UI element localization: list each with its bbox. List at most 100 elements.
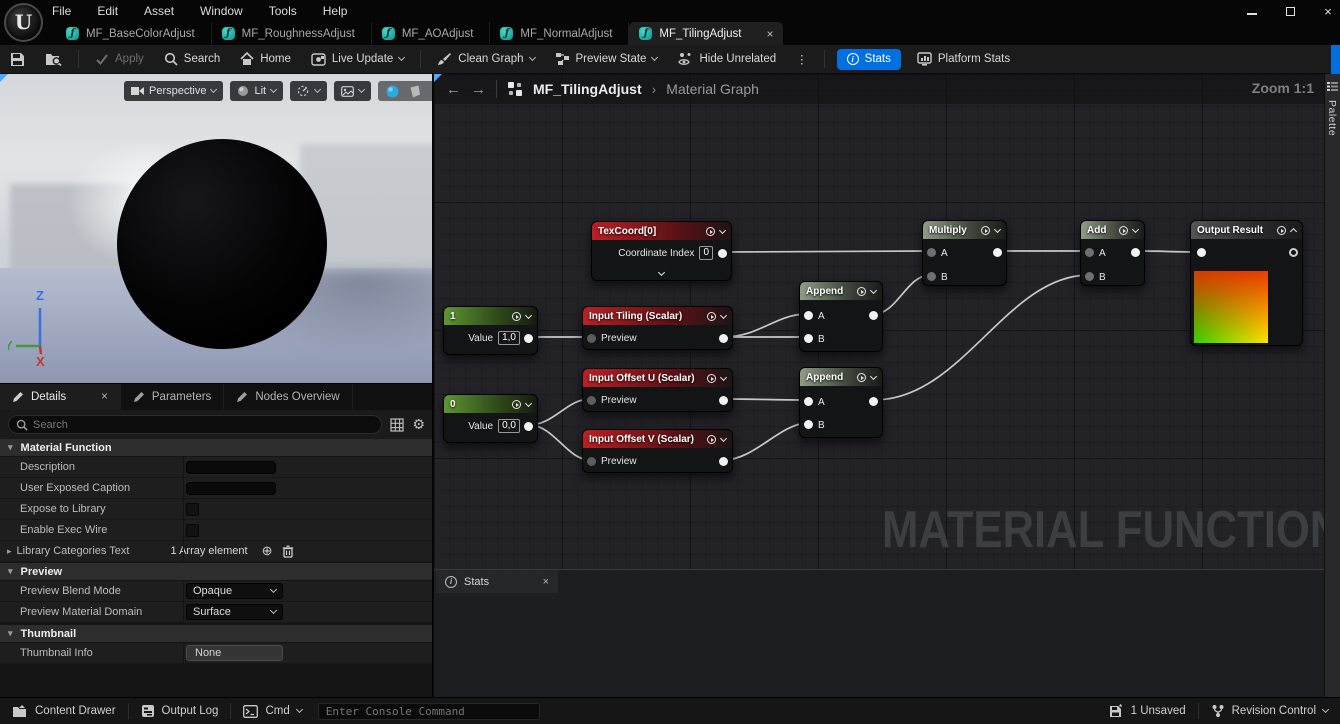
input-pin-a[interactable]	[804, 311, 813, 320]
node-multiply[interactable]: Multiply A B	[922, 220, 1007, 286]
preview-input-pin[interactable]	[587, 334, 596, 343]
preview-material-domain-dropdown[interactable]: Surface	[186, 604, 283, 620]
apply-button[interactable]: Apply	[85, 45, 154, 74]
material-graph-canvas[interactable]: ← → MF_TilingAdjust › Material Graph Zoo…	[434, 74, 1340, 697]
output-log-button[interactable]: Output Log	[129, 698, 231, 724]
menu-tools[interactable]: Tools	[269, 4, 297, 18]
output-pin[interactable]	[1131, 248, 1140, 257]
live-update-dropdown[interactable]: Live Update	[301, 45, 414, 74]
expand-arrow-icon[interactable]: ▸	[7, 546, 12, 557]
tab-mf-tilingadjust[interactable]: ƒMF_TilingAdjust×	[629, 22, 783, 45]
tab-close-icon[interactable]: ×	[101, 391, 108, 403]
save-button[interactable]	[0, 45, 35, 74]
details-settings-gear-icon[interactable]: ⚙	[412, 416, 425, 433]
chevron-down-icon[interactable]	[994, 225, 1001, 232]
chevron-down-icon[interactable]	[870, 372, 877, 379]
revision-control-dropdown[interactable]: Revision Control	[1199, 698, 1340, 724]
cone-shape-button[interactable]	[430, 85, 433, 98]
input-pin-a[interactable]	[804, 397, 813, 406]
input-pin-a[interactable]	[927, 248, 936, 257]
preview-toggle-icon[interactable]	[707, 312, 716, 321]
preview-state-dropdown[interactable]: Preview State	[545, 45, 668, 74]
input-pin-b[interactable]	[804, 420, 813, 429]
add-array-element-icon[interactable]: ⊕	[262, 543, 273, 559]
collapse-arrow-icon[interactable]: ▾	[8, 566, 13, 577]
node-input-offset-u[interactable]: Input Offset U (Scalar) Preview	[582, 368, 733, 412]
node-input-tiling[interactable]: Input Tiling (Scalar) Preview	[582, 306, 733, 350]
chevron-up-icon[interactable]	[1290, 227, 1297, 234]
stats-toggle-button[interactable]: i Stats	[837, 49, 901, 70]
view-mode-dropdown[interactable]: Lit	[230, 81, 283, 101]
output-pin[interactable]	[869, 397, 878, 406]
input-pin-b[interactable]	[804, 334, 813, 343]
preview-toggle-icon[interactable]	[1277, 226, 1286, 235]
search-button[interactable]: Search	[154, 45, 230, 74]
input-pin-a[interactable]	[1085, 248, 1094, 257]
value-input[interactable]: 0,0	[498, 419, 520, 433]
section-material-function[interactable]: ▾ Material Function	[0, 439, 433, 457]
chevron-down-icon[interactable]	[870, 286, 877, 293]
preview-toggle-icon[interactable]	[512, 400, 521, 409]
home-button[interactable]: Home	[230, 45, 301, 74]
output-pin[interactable]	[719, 396, 728, 405]
maximize-button[interactable]	[1284, 5, 1296, 17]
tab-mf-basecoloradjust[interactable]: ƒMF_BaseColorAdjust	[56, 22, 212, 45]
node-texcoord[interactable]: TexCoord[0] Coordinate Index 0	[591, 221, 732, 281]
preview-toggle-icon[interactable]	[857, 373, 866, 382]
output-pin[interactable]	[524, 422, 533, 431]
output-pin[interactable]	[869, 311, 878, 320]
stats-panel-tab[interactable]: i Stats ×	[436, 570, 558, 593]
unsaved-changes-button[interactable]: * 1 Unsaved	[1097, 698, 1198, 724]
tab-nodes-overview[interactable]: Nodes Overview	[224, 384, 352, 410]
cylinder-shape-button[interactable]	[408, 85, 421, 98]
output-pin[interactable]	[719, 334, 728, 343]
node-constant-one[interactable]: 1 Value 1,0	[443, 306, 538, 355]
browse-to-asset-button[interactable]	[35, 45, 72, 74]
section-preview[interactable]: ▾ Preview	[0, 563, 433, 581]
node-expander-icon[interactable]	[657, 269, 664, 276]
view-options-dropdown[interactable]	[334, 81, 371, 101]
property-matrix-icon[interactable]	[390, 418, 404, 432]
preview-input-pin[interactable]	[587, 396, 596, 405]
preview-toggle-icon[interactable]	[981, 226, 990, 235]
close-button[interactable]: ×	[1322, 5, 1334, 17]
details-search-input[interactable]	[8, 415, 382, 434]
node-output-result[interactable]: Output Result	[1190, 220, 1303, 346]
tab-mf-roughnessadjust[interactable]: ƒMF_RoughnessAdjust	[212, 22, 372, 45]
nav-forward-button[interactable]: →	[471, 81, 486, 98]
chevron-down-icon[interactable]	[1132, 225, 1139, 232]
output-pin[interactable]	[719, 457, 728, 466]
section-thumbnail[interactable]: ▾ Thumbnail	[0, 625, 433, 643]
platform-stats-button[interactable]: Platform Stats	[907, 45, 1020, 74]
preview-mesh-sphere[interactable]	[117, 139, 327, 349]
user-exposed-caption-input[interactable]	[186, 482, 276, 495]
node-append-1[interactable]: Append A B	[799, 281, 883, 352]
collapse-arrow-icon[interactable]: ▾	[8, 628, 13, 639]
output-pin[interactable]	[1289, 248, 1298, 257]
description-input[interactable]	[186, 461, 276, 474]
chevron-down-icon[interactable]	[720, 311, 727, 318]
node-input-offset-v[interactable]: Input Offset V (Scalar) Preview	[582, 429, 733, 473]
palette-sidebar-tab[interactable]: Palette	[1324, 74, 1340, 697]
output-pin[interactable]	[524, 334, 533, 343]
clean-graph-dropdown[interactable]: Clean Graph	[427, 45, 544, 74]
preview-viewport[interactable]: Perspective Lit	[0, 74, 433, 383]
console-command-input[interactable]	[318, 703, 540, 720]
nav-back-button[interactable]: ←	[446, 81, 461, 98]
toolbar-overflow-button[interactable]: ⋮	[786, 45, 818, 74]
node-append-2[interactable]: Append A B	[799, 367, 883, 438]
breadcrumb-asset-name[interactable]: MF_TilingAdjust	[533, 81, 642, 97]
sphere-shape-button[interactable]	[386, 85, 399, 98]
menu-window[interactable]: Window	[200, 4, 243, 18]
input-pin-b[interactable]	[1085, 272, 1094, 281]
menu-edit[interactable]: Edit	[97, 4, 118, 18]
value-input[interactable]: 1,0	[498, 331, 520, 345]
coordinate-index-input[interactable]: 0	[699, 246, 713, 260]
tab-close-icon[interactable]: ×	[766, 27, 773, 41]
breadcrumb-graph-name[interactable]: Material Graph	[666, 81, 759, 97]
node-add[interactable]: Add A B	[1080, 220, 1145, 286]
preview-toggle-icon[interactable]	[512, 312, 521, 321]
show-flags-dropdown[interactable]	[290, 81, 327, 101]
menu-help[interactable]: Help	[323, 4, 348, 18]
input-pin-b[interactable]	[927, 272, 936, 281]
